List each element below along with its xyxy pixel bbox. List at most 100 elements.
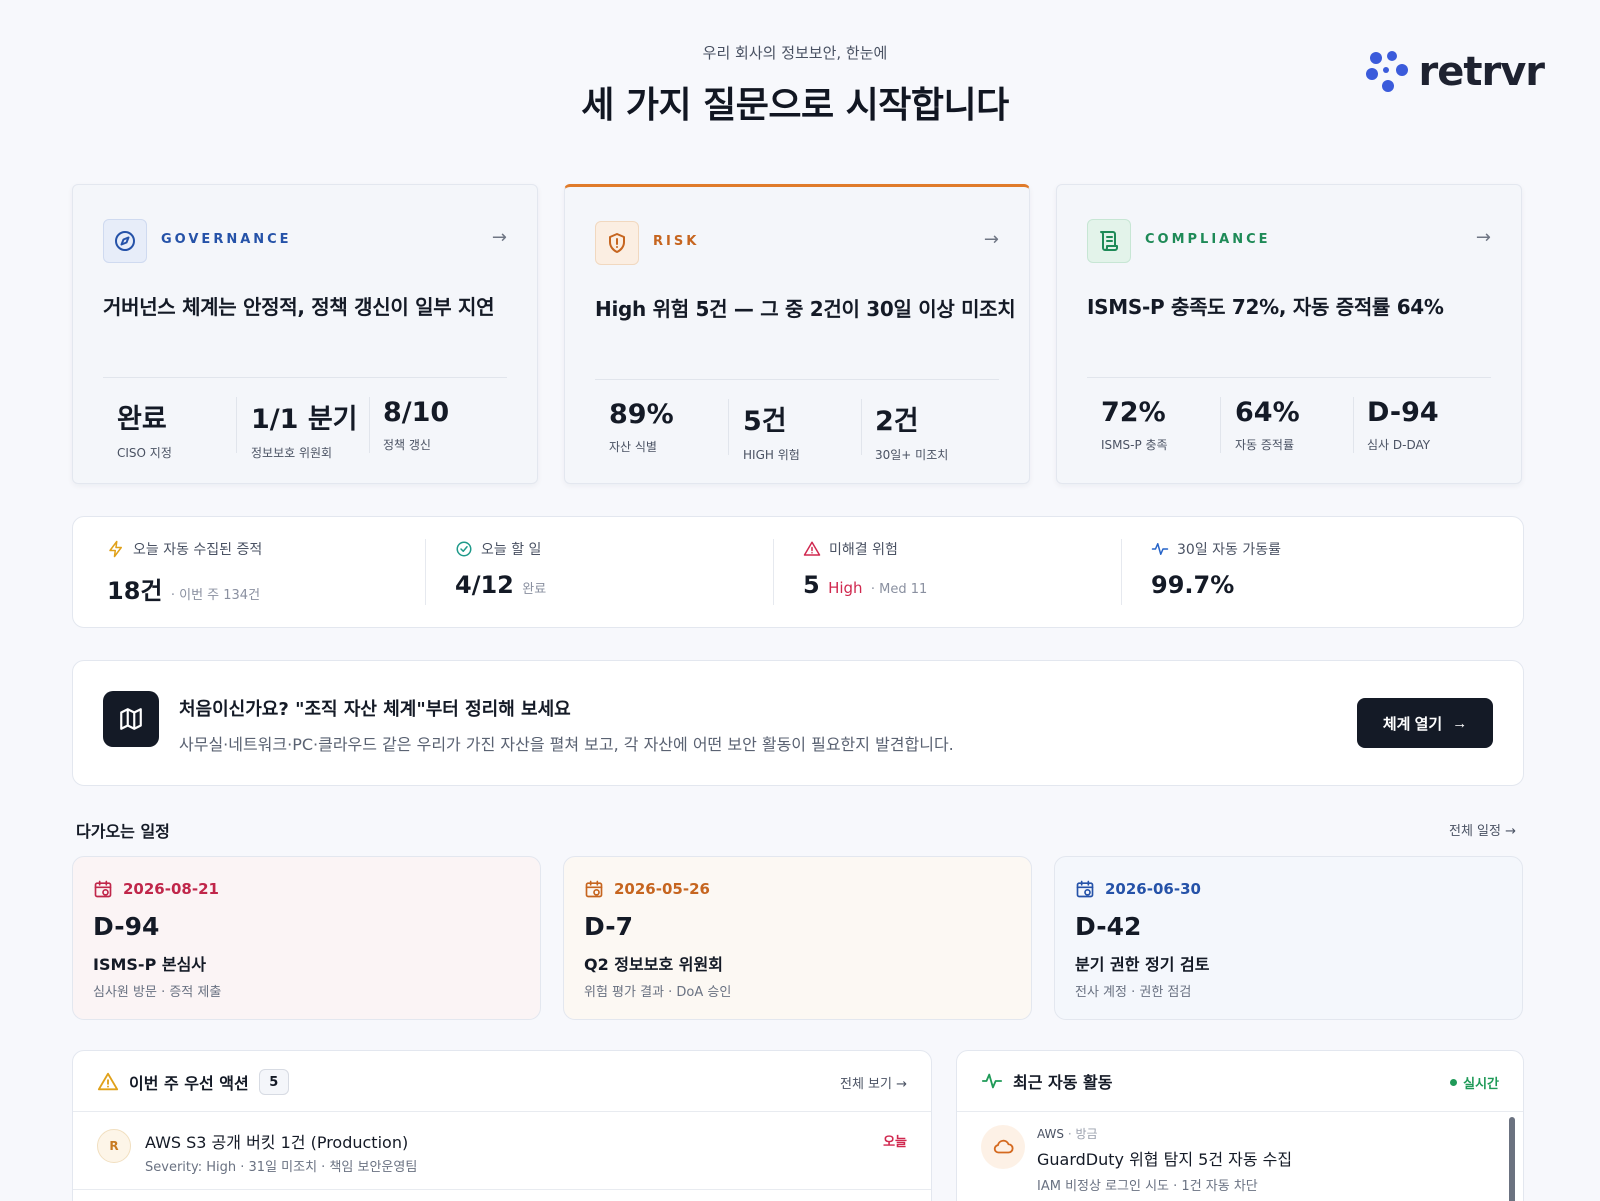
divider [73,1111,931,1112]
pulse-icon [1151,543,1169,555]
stat-label: 정책 갱신 [383,438,431,452]
banner-description: 사무실·네트워크·PC·클라우드 같은 우리가 가진 자산을 펼쳐 보고, 각 … [179,735,954,754]
metric-todo[interactable]: 오늘 할 일 4/12 완료 [455,539,775,599]
risk-card[interactable]: RISK → High 위험 5건 — 그 중 2건이 30일 이상 미조치 8… [564,184,1030,484]
arrow-right-icon: → [1452,714,1468,732]
schedule-event: Q2 정보보호 위원회 [584,955,723,974]
metric-value: 4/12 [455,571,514,599]
stat-label: HIGH 위험 [743,448,800,462]
stat-label: ISMS-P 충족 [1101,438,1168,452]
divider [369,397,370,453]
action-detail: Severity: High · 31일 미조치 · 책임 보안운영팀 [145,1160,418,1175]
divider [425,539,426,605]
divider [73,1189,931,1190]
logo-dots-icon [1366,51,1409,92]
calendar-clock-icon [94,880,112,898]
card-headline: ISMS-P 충족도 72%, 자동 증적률 64% [1087,295,1444,319]
metric-evidence[interactable]: 오늘 자동 수집된 증적 18건 · 이번 주 134건 [107,539,427,606]
due-badge: 오늘 [883,1135,907,1150]
metric-value: 18건 [107,577,163,605]
stat-value: D-94 [1367,397,1439,428]
activity-detail: IAM 비정상 로그인 시도 · 1건 자동 차단 [1037,1179,1258,1194]
stat-label: 심사 D-DAY [1367,438,1431,452]
view-all-link[interactable]: 전체 보기 → [840,1073,907,1092]
card-label: GOVERNANCE [161,232,292,247]
compliance-card[interactable]: COMPLIANCE → ISMS-P 충족도 72%, 자동 증적률 64% … [1056,184,1522,484]
divider [728,399,729,455]
schedule-card[interactable]: 2026-08-21 D-94 ISMS-P 본심사 심사원 방문 · 증적 제… [72,856,541,1020]
map-icon [103,691,159,747]
avatar: R [97,1129,131,1163]
stat-label: 자산 식별 [609,440,657,454]
stat-value: 89% [609,399,674,430]
card-label: COMPLIANCE [1145,232,1271,247]
stat-value: 2건 [875,406,919,437]
stat: 1/1 분기 정보보호 위원회 [251,397,386,460]
stat: 89% 자산 식별 [609,399,744,459]
check-circle-icon [456,541,472,557]
logo-text: retrvr [1418,49,1545,95]
stat: 5건 HIGH 위험 [743,399,878,462]
schedule-detail: 전사 계정 · 권한 점검 [1075,985,1192,1000]
arrow-right-icon[interactable]: → [1476,227,1491,248]
schedule-event: ISMS-P 본심사 [93,955,207,974]
divider [957,1111,1523,1112]
stat-label: 정보보호 위원회 [251,446,333,460]
stat: 완료 CISO 지정 [117,397,252,460]
divider [1220,397,1221,453]
schedule-dday: D-42 [1075,912,1142,941]
schedule-detail: 심사원 방문 · 증적 제출 [93,985,222,1000]
panel-title: 최근 자동 활동 [1013,1073,1113,1092]
metric-extra: · 이번 주 134건 [170,588,261,603]
arrow-right-icon[interactable]: → [984,229,999,250]
logo[interactable]: retrvr [1364,48,1545,96]
activity-time: · 방금 [1067,1127,1098,1141]
stat: D-94 심사 D-DAY [1367,397,1502,457]
banner-title: 처음이신가요? "조직 자산 체계"부터 정리해 보세요 [179,699,571,720]
governance-card[interactable]: GOVERNANCE → 거버넌스 체계는 안정적, 정책 갱신이 일부 지연 … [72,184,538,484]
divider [861,399,862,455]
card-headline: 거버넌스 체계는 안정적, 정책 갱신이 일부 지연 [103,295,495,319]
open-structure-button[interactable]: 체계 열기 → [1357,698,1493,748]
metric-extra: 완료 [522,582,547,597]
divider [1087,377,1491,378]
arrow-right-icon[interactable]: → [492,227,507,248]
live-dot-icon [1450,1079,1458,1086]
stat-value: 72% [1101,397,1166,428]
metric-extra: · Med 11 [870,582,928,597]
recent-activity-panel: 최근 자동 활동 실시간 AWS · 방금 GuardDuty 위협 탐지 5건… [956,1050,1524,1201]
warning-icon [803,541,821,556]
schedule-card[interactable]: 2026-05-26 D-7 Q2 정보보호 위원회 위험 평가 결과 · Do… [563,856,1032,1020]
calendar-clock-icon [585,880,603,898]
priority-actions-panel: 이번 주 우선 액션 5 전체 보기 → R AWS S3 공개 버킷 1건 (… [72,1050,932,1201]
onboarding-banner: 처음이신가요? "조직 자산 체계"부터 정리해 보세요 사무실·네트워크·PC… [72,660,1524,786]
metric-label: 오늘 할 일 [481,542,542,558]
stat: 64% 자동 증적률 [1235,397,1370,457]
card-headline: High 위험 5건 — 그 중 2건이 30일 이상 미조치 [595,297,1016,321]
live-label: 실시간 [1463,1077,1499,1092]
activity-title[interactable]: GuardDuty 위협 탐지 5건 자동 수집 [1037,1146,1292,1170]
scrollbar[interactable] [1509,1117,1515,1201]
stat: 2건 30일+ 미조치 [875,399,1010,462]
button-label: 체계 열기 [1382,715,1443,733]
metric-risk[interactable]: 미해결 위험 5 High · Med 11 [803,539,1123,599]
action-title[interactable]: AWS S3 공개 버킷 1건 (Production) [145,1129,408,1153]
metric-high: High [828,579,863,597]
divider [103,377,507,378]
schedule-date: 2026-06-30 [1105,880,1201,898]
panel-title: 이번 주 우선 액션 [129,1074,249,1093]
page-title: 세 가지 질문으로 시작합니다 [581,85,1009,126]
schedule-dday: D-94 [93,912,160,941]
metric-value: 5 [803,571,820,599]
stat-value: 8/10 [383,397,450,428]
all-schedule-link[interactable]: 전체 일정 → [1449,820,1516,839]
stat-value: 64% [1235,397,1300,428]
calendar-clock-icon [1076,880,1094,898]
header-subtitle: 우리 회사의 정보보안, 한눈에 [702,44,888,62]
schedule-card[interactable]: 2026-06-30 D-42 분기 권한 정기 검토 전사 계정 · 권한 점… [1054,856,1523,1020]
metric-uptime[interactable]: 30일 자동 가동률 99.7% [1151,539,1471,599]
compass-icon [103,219,147,263]
stat: 72% ISMS-P 충족 [1101,397,1236,457]
divider [1353,397,1354,453]
stat-label: CISO 지정 [117,446,172,460]
